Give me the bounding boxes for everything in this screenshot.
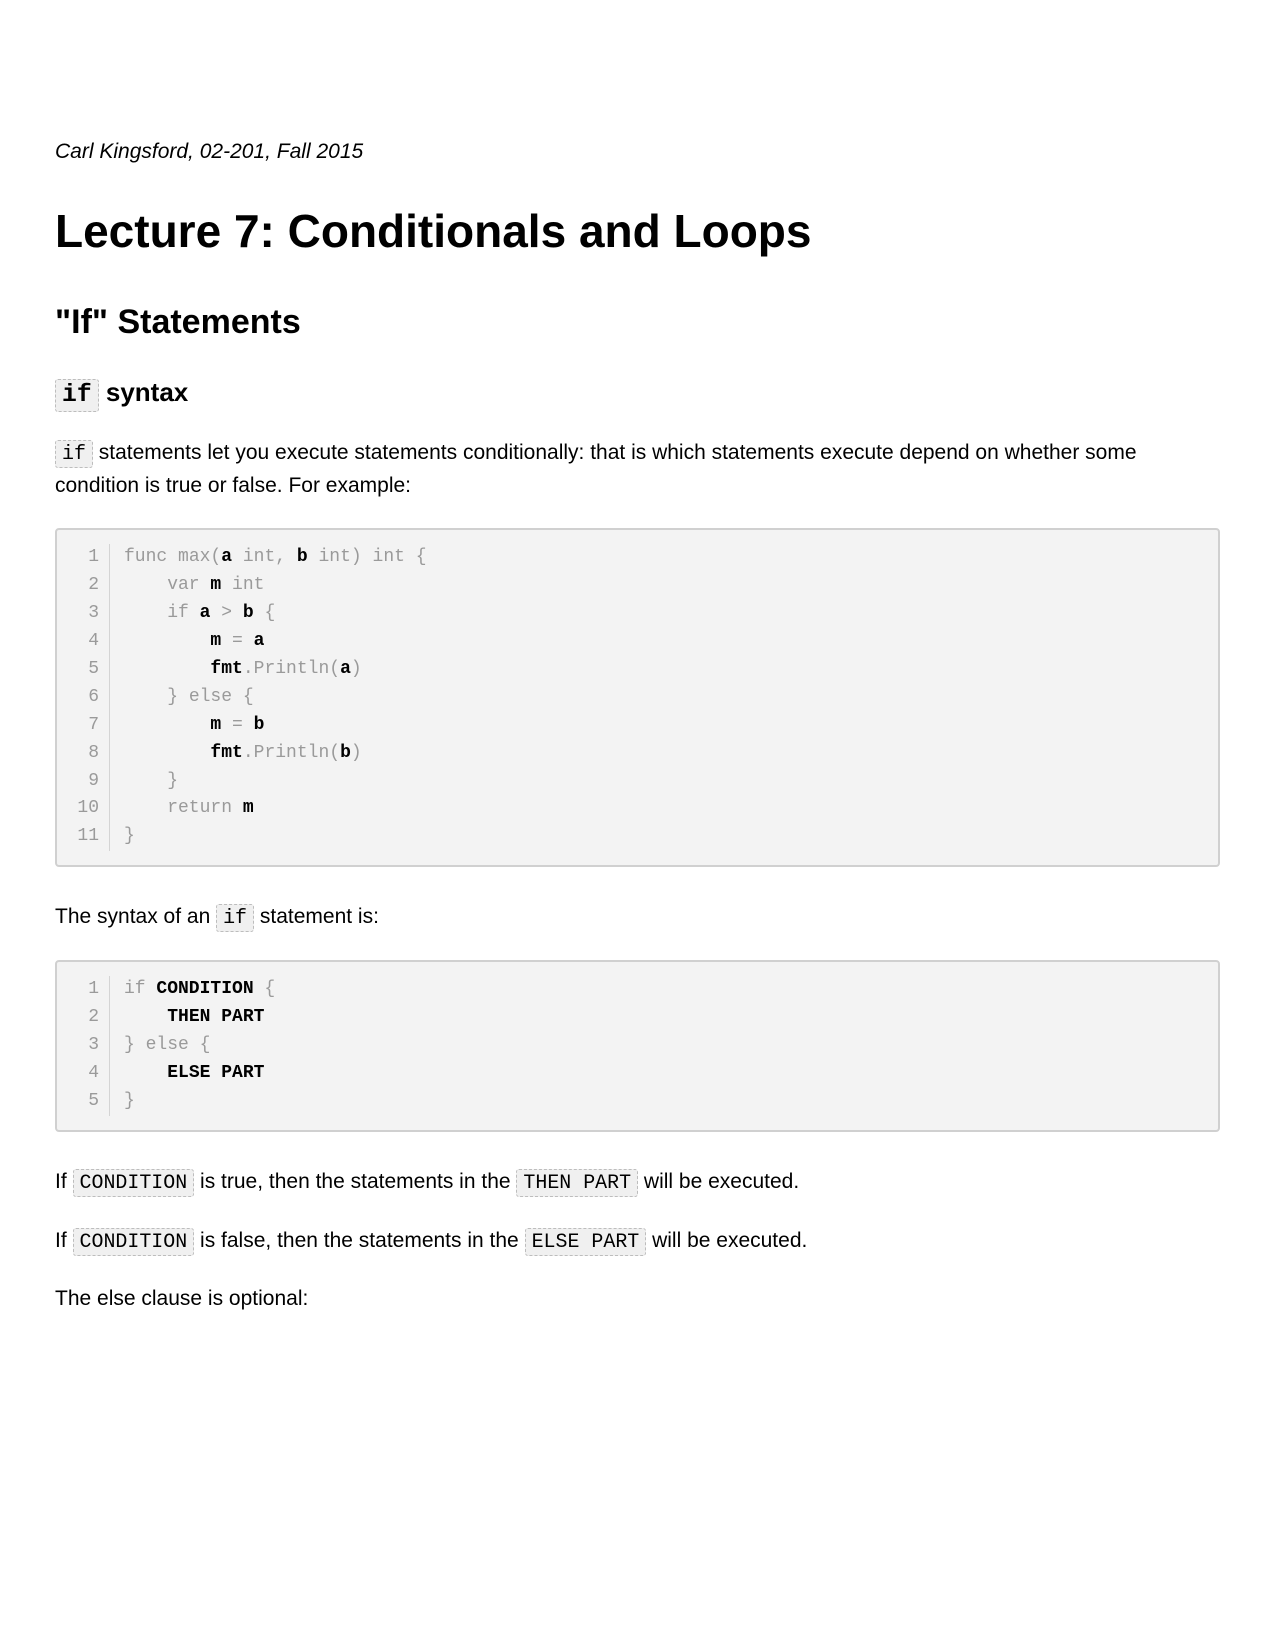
byline: Carl Kingsford, 02-201, Fall 2015: [55, 140, 1220, 164]
inline-code: if: [216, 904, 254, 932]
paragraph-text: statements let you execute statements co…: [55, 441, 1137, 497]
inline-code: if: [55, 440, 93, 468]
code-content: }: [124, 1088, 1204, 1116]
line-number: 11: [71, 823, 110, 851]
code-block: 1func max(a int, b int) int {2 var m int…: [55, 528, 1220, 867]
code-line: 4 ELSE PART: [71, 1060, 1204, 1088]
line-number: 4: [71, 1060, 110, 1088]
code-line: 2 THEN PART: [71, 1004, 1204, 1032]
paragraph-text: is true, then the statements in the: [194, 1170, 516, 1193]
code-line: 11}: [71, 823, 1204, 851]
section-heading: "If" Statements: [55, 303, 1220, 342]
code-content: THEN PART: [124, 1004, 1204, 1032]
code-content: if a > b {: [124, 600, 1204, 628]
paragraph-text: is false, then the statements in the: [194, 1229, 524, 1252]
code-line: 2 var m int: [71, 572, 1204, 600]
code-content: m = b: [124, 712, 1204, 740]
page-title: Lecture 7: Conditionals and Loops: [55, 204, 1220, 258]
line-number: 6: [71, 684, 110, 712]
code-line: 1 if CONDITION {: [71, 976, 1204, 1004]
code-content: ELSE PART: [124, 1060, 1204, 1088]
code-line: 9 }: [71, 768, 1204, 796]
paragraph-text: If: [55, 1229, 73, 1252]
paragraph-text: The syntax of an: [55, 905, 216, 928]
code-line: 4 m = a: [71, 628, 1204, 656]
code-content: fmt.Println(a): [124, 656, 1204, 684]
code-line: 1 func max(a int, b int) int {: [71, 544, 1204, 572]
paragraph: If CONDITION is false, then the statemen…: [55, 1225, 1220, 1258]
code-line: 7 m = b: [71, 712, 1204, 740]
code-content: func max(a int, b int) int {: [124, 544, 1204, 572]
code-line: 3 if a > b {: [71, 600, 1204, 628]
code-line: 8 fmt.Println(b): [71, 740, 1204, 768]
line-number: 2: [71, 1004, 110, 1032]
paragraph-text: statement is:: [254, 905, 379, 928]
subsection-heading: if syntax: [55, 377, 1220, 409]
paragraph-text: If: [55, 1170, 73, 1193]
code-line: 5}: [71, 1088, 1204, 1116]
paragraph-text: will be executed.: [638, 1170, 799, 1193]
line-number: 10: [71, 795, 110, 823]
line-number: 1: [71, 544, 110, 572]
inline-code: CONDITION: [73, 1228, 195, 1256]
code-content: } else {: [124, 1032, 1204, 1060]
code-line: 6 } else {: [71, 684, 1204, 712]
paragraph: The else clause is optional:: [55, 1283, 1220, 1316]
paragraph: If CONDITION is true, then the statement…: [55, 1166, 1220, 1199]
line-number: 4: [71, 628, 110, 656]
line-number: 2: [71, 572, 110, 600]
line-number: 5: [71, 656, 110, 684]
inline-code: ELSE PART: [525, 1228, 647, 1256]
code-content: } else {: [124, 684, 1204, 712]
code-content: }: [124, 768, 1204, 796]
code-content: m = a: [124, 628, 1204, 656]
line-number: 5: [71, 1088, 110, 1116]
line-number: 3: [71, 1032, 110, 1060]
paragraph: The syntax of an if statement is:: [55, 901, 1220, 934]
line-number: 8: [71, 740, 110, 768]
inline-code: if: [55, 379, 99, 412]
code-block: 1if CONDITION {2 THEN PART3} else {4 ELS…: [55, 960, 1220, 1131]
code-content: var m int: [124, 572, 1204, 600]
code-line: 5 fmt.Println(a): [71, 656, 1204, 684]
inline-code: CONDITION: [73, 1169, 195, 1197]
line-number: 1: [71, 976, 110, 1004]
line-number: 3: [71, 600, 110, 628]
paragraph: if statements let you execute statements…: [55, 437, 1220, 502]
inline-code: THEN PART: [516, 1169, 638, 1197]
code-line: 3 } else {: [71, 1032, 1204, 1060]
page: Carl Kingsford, 02-201, Fall 2015 Lectur…: [0, 0, 1275, 1650]
paragraph-text: will be executed.: [646, 1229, 807, 1252]
code-content: }: [124, 823, 1204, 851]
code-content: return m: [124, 795, 1204, 823]
line-number: 9: [71, 768, 110, 796]
subsection-text: syntax: [99, 377, 189, 407]
code-content: fmt.Println(b): [124, 740, 1204, 768]
code-content: if CONDITION {: [124, 976, 1204, 1004]
line-number: 7: [71, 712, 110, 740]
code-line: 10 return m: [71, 795, 1204, 823]
